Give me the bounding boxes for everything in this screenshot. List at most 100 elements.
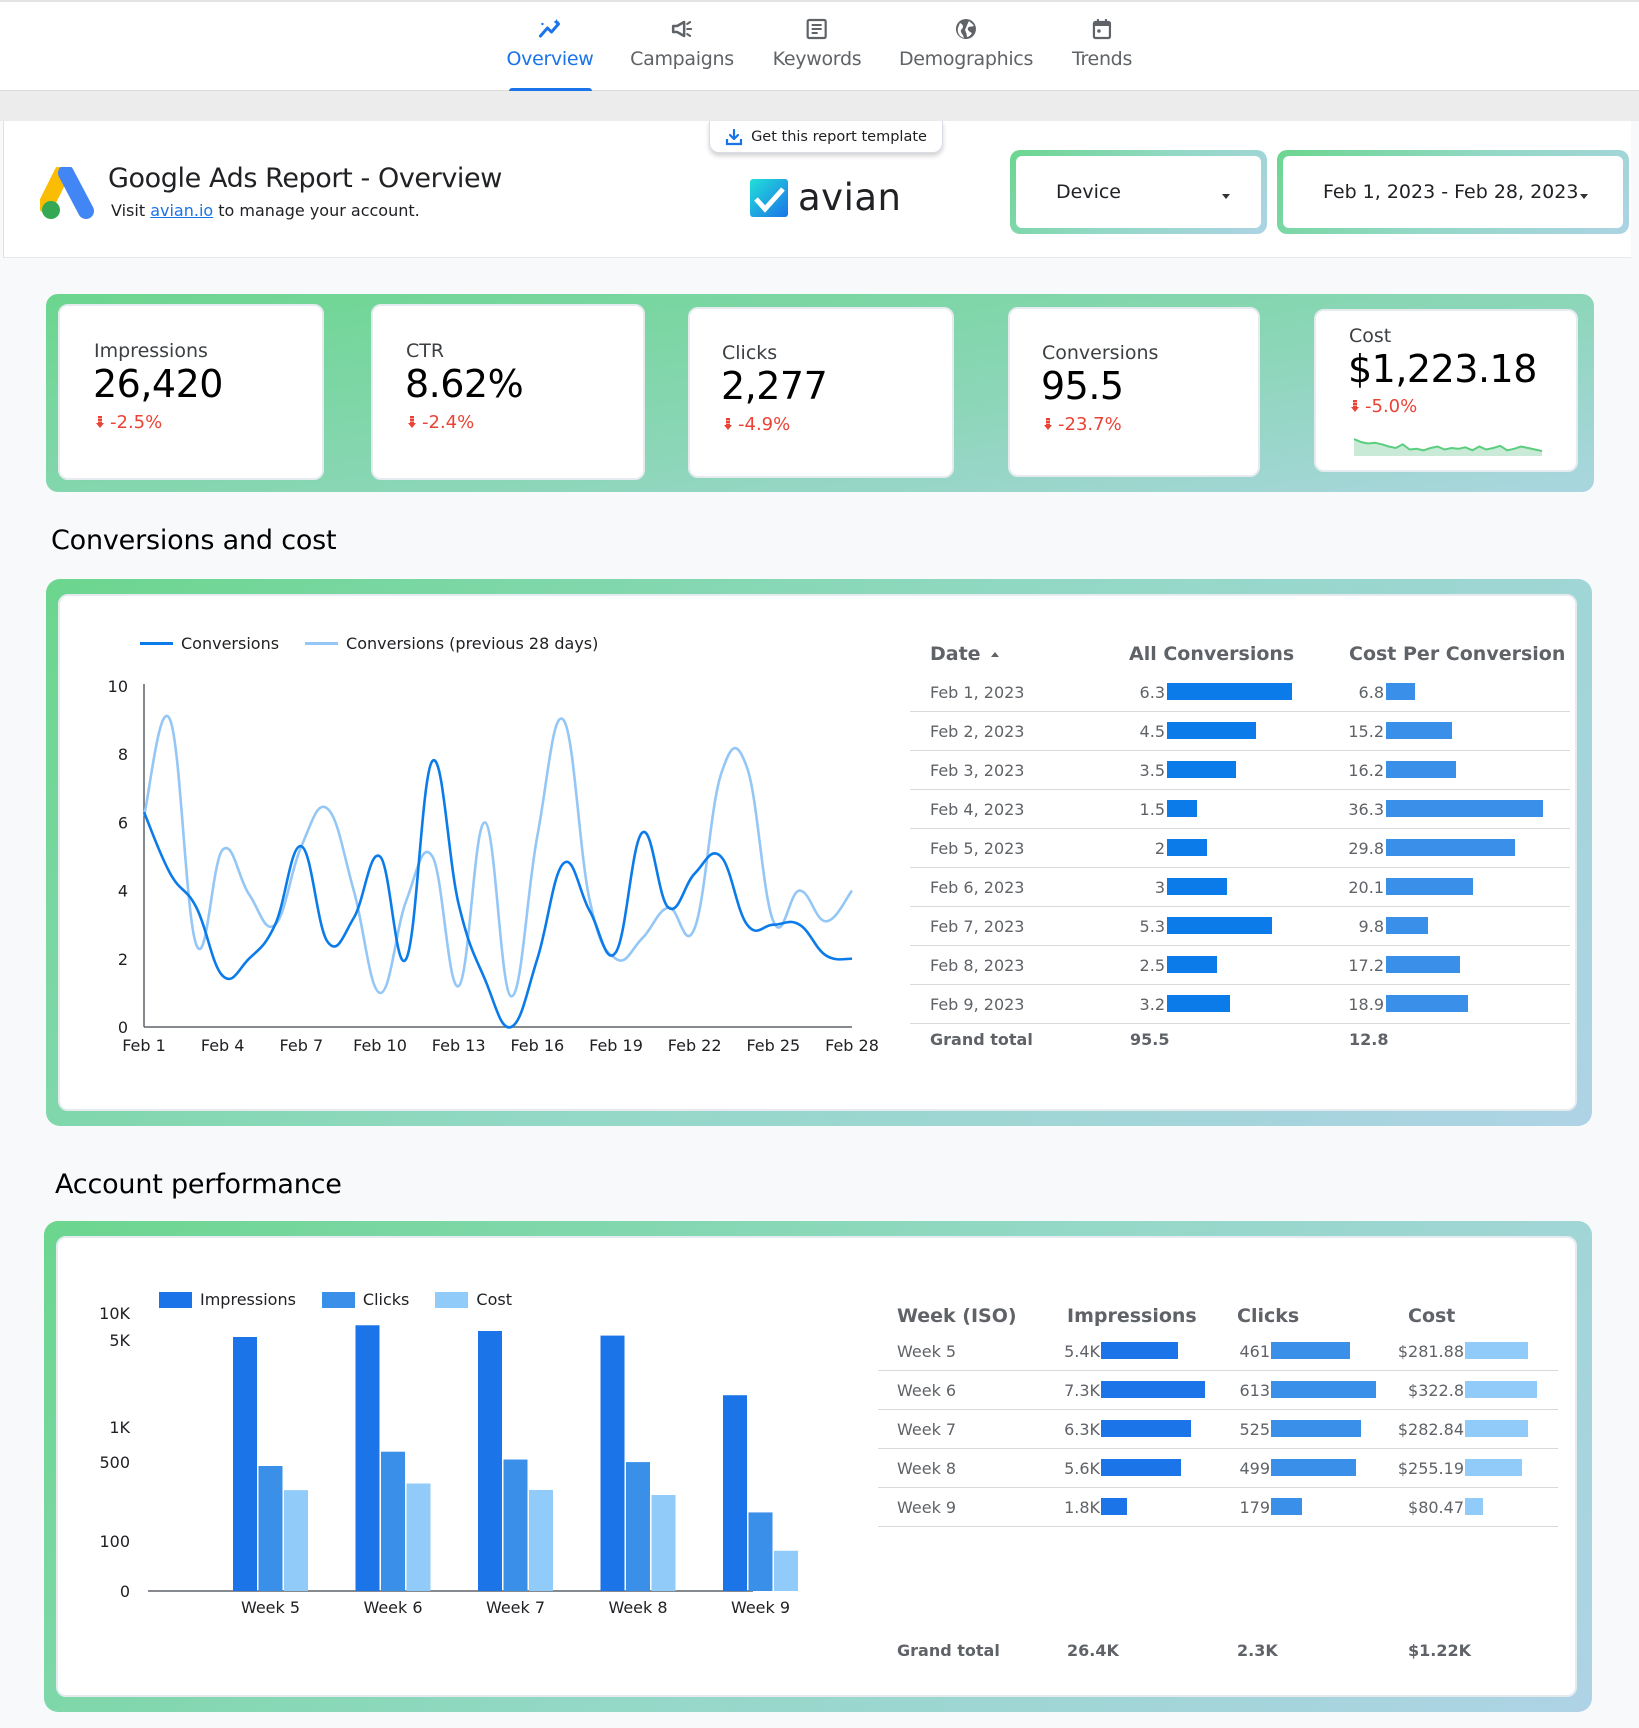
clicks-cell: 461 bbox=[1239, 1342, 1270, 1361]
date-cell: Feb 7, 2023 bbox=[930, 917, 1025, 936]
y-tick-label: 1K bbox=[109, 1418, 130, 1437]
avian-link[interactable]: avian.io bbox=[150, 201, 213, 220]
kpi-card-cost: Cost $1,223.18 -5.0% bbox=[1314, 309, 1578, 472]
bar-cost[interactable] bbox=[284, 1490, 308, 1591]
weekly-table: Week (ISO) Impressions Clicks Cost Week … bbox=[878, 1238, 1578, 1698]
impressions-cell: 1.8K bbox=[1064, 1498, 1100, 1517]
cost-bar bbox=[1465, 1498, 1483, 1515]
table-row[interactable]: Feb 3, 2023 3.5 16.2 bbox=[910, 751, 1570, 790]
clicks-bar bbox=[1271, 1342, 1350, 1359]
cpc-bar bbox=[1386, 722, 1452, 739]
y-tick-label: 0 bbox=[120, 1582, 130, 1601]
table-row[interactable]: Week 9 1.8K 179 $80.47 bbox=[878, 1488, 1558, 1527]
column-header-date[interactable]: Date bbox=[930, 643, 999, 665]
kpi-label: CTR bbox=[406, 340, 445, 362]
tab-trends[interactable]: Trends bbox=[1072, 16, 1132, 70]
table-row[interactable]: Feb 2, 2023 4.5 15.2 bbox=[910, 712, 1570, 751]
kpi-value: 2,277 bbox=[721, 364, 828, 408]
kpi-label: Impressions bbox=[94, 340, 208, 362]
bar-clicks[interactable] bbox=[626, 1462, 650, 1591]
kpi-card-clicks: Clicks 2,277 -4.9% bbox=[688, 307, 954, 478]
conversions-cell: 2.5 bbox=[1139, 956, 1165, 975]
cost-sparkline bbox=[1354, 438, 1542, 456]
bar-impressions[interactable] bbox=[355, 1325, 380, 1591]
cpc-bar bbox=[1386, 839, 1515, 856]
clicks-cell: 499 bbox=[1239, 1459, 1270, 1478]
bar-clicks[interactable] bbox=[258, 1465, 283, 1591]
table-row[interactable]: Feb 7, 2023 5.3 9.8 bbox=[910, 907, 1570, 946]
bar-clicks[interactable] bbox=[381, 1451, 405, 1591]
table-row[interactable]: Feb 8, 2023 2.5 17.2 bbox=[910, 946, 1570, 985]
date-range-dropdown[interactable]: Feb 1, 2023 - Feb 28, 2023 bbox=[1277, 150, 1629, 234]
bar-impressions[interactable] bbox=[723, 1395, 747, 1591]
tab-overview[interactable]: Overview bbox=[506, 16, 594, 70]
conversions-cell: 3.2 bbox=[1139, 995, 1165, 1014]
column-header-all-conversions[interactable]: All Conversions bbox=[1129, 643, 1294, 665]
bar-cost[interactable] bbox=[406, 1483, 431, 1591]
kpi-delta-value: -23.7% bbox=[1058, 414, 1122, 435]
column-header-clicks[interactable]: Clicks bbox=[1237, 1305, 1299, 1327]
table-row[interactable]: Week 7 6.3K 525 $282.84 bbox=[878, 1410, 1558, 1449]
y-tick-label: 0 bbox=[118, 1018, 128, 1037]
table-row[interactable]: Week 6 7.3K 613 $322.8 bbox=[878, 1371, 1558, 1410]
cost-cell: $80.47 bbox=[1408, 1498, 1464, 1517]
table-row[interactable]: Feb 9, 2023 3.2 18.9 bbox=[910, 985, 1570, 1024]
tab-demographics[interactable]: Demographics bbox=[899, 16, 1033, 70]
column-header-impressions[interactable]: Impressions bbox=[1067, 1305, 1197, 1327]
bar-impressions[interactable] bbox=[600, 1335, 625, 1591]
impressions-cell: 5.6K bbox=[1064, 1459, 1100, 1478]
week-cell: Week 7 bbox=[897, 1420, 957, 1439]
bar-cost[interactable] bbox=[774, 1550, 798, 1591]
conversions-bar bbox=[1167, 683, 1292, 700]
bar-clicks[interactable] bbox=[748, 1512, 773, 1591]
clicks-cell: 179 bbox=[1239, 1498, 1270, 1517]
tab-campaigns[interactable]: Campaigns bbox=[630, 16, 734, 70]
cpc-cell: 36.3 bbox=[1348, 800, 1384, 819]
clicks-bar bbox=[1271, 1381, 1376, 1398]
tab-keywords[interactable]: Keywords bbox=[773, 16, 862, 70]
table-row[interactable]: Week 5 5.4K 461 $281.88 bbox=[878, 1332, 1558, 1371]
device-filter-dropdown[interactable]: Device bbox=[1010, 150, 1267, 234]
kpi-value: 8.62% bbox=[405, 362, 524, 406]
impressions-bar bbox=[1101, 1342, 1178, 1359]
report-header: Google Ads Report - Overview Visit avian… bbox=[3, 121, 1631, 258]
subtitle-prefix: Visit bbox=[111, 201, 151, 220]
kpi-delta-value: -5.0% bbox=[1365, 396, 1418, 417]
account-panel: Impressions Clicks Cost 0 100 500 1K 5K 10K We… bbox=[44, 1221, 1592, 1712]
kpi-card-conversions: Conversions 95.5 -23.7% bbox=[1008, 307, 1260, 477]
kpi-label: Conversions bbox=[1042, 342, 1159, 364]
table-row[interactable]: Feb 6, 2023 3 20.1 bbox=[910, 868, 1570, 907]
cpc-bar bbox=[1386, 878, 1473, 895]
column-header-week[interactable]: Week (ISO) bbox=[897, 1305, 1017, 1327]
tab-label: Overview bbox=[506, 48, 594, 70]
clicks-cell: 613 bbox=[1239, 1381, 1270, 1400]
table-row[interactable]: Feb 5, 2023 2 29.8 bbox=[910, 829, 1570, 868]
x-tick-label: Feb 13 bbox=[432, 1036, 486, 1055]
column-header-cost[interactable]: Cost bbox=[1408, 1305, 1455, 1327]
table-row[interactable]: Feb 1, 2023 6.3 6.8 bbox=[910, 673, 1570, 712]
conversions-bar bbox=[1167, 878, 1227, 895]
bar-impressions[interactable] bbox=[233, 1337, 257, 1591]
section-title-conversions: Conversions and cost bbox=[51, 525, 337, 556]
bar-cost[interactable] bbox=[651, 1495, 676, 1591]
arrow-down-icon bbox=[1044, 418, 1052, 431]
get-template-button[interactable]: Get this report template bbox=[709, 121, 943, 153]
x-tick-label: Week 6 bbox=[363, 1598, 422, 1617]
date-cell: Feb 2, 2023 bbox=[930, 722, 1025, 741]
conversions-bar bbox=[1167, 917, 1273, 934]
y-tick-label: 4 bbox=[118, 882, 128, 901]
bar-cost[interactable] bbox=[529, 1489, 553, 1591]
y-tick-label: 500 bbox=[99, 1453, 130, 1472]
cost-bar bbox=[1465, 1381, 1537, 1398]
date-cell: Feb 3, 2023 bbox=[930, 761, 1025, 780]
table-row[interactable]: Week 8 5.6K 499 $255.19 bbox=[878, 1449, 1558, 1488]
bar-clicks[interactable] bbox=[503, 1459, 528, 1591]
impressions-bar bbox=[1101, 1498, 1127, 1515]
cpc-cell: 16.2 bbox=[1348, 761, 1384, 780]
table-row[interactable]: Feb 4, 2023 1.5 36.3 bbox=[910, 790, 1570, 829]
cpc-cell: 17.2 bbox=[1348, 956, 1384, 975]
bar-impressions[interactable] bbox=[478, 1330, 502, 1591]
chevron-down-icon bbox=[1580, 194, 1588, 199]
impressions-cell: 6.3K bbox=[1064, 1420, 1100, 1439]
column-header-cost-per-conversion[interactable]: Cost Per Conversion bbox=[1349, 643, 1565, 665]
